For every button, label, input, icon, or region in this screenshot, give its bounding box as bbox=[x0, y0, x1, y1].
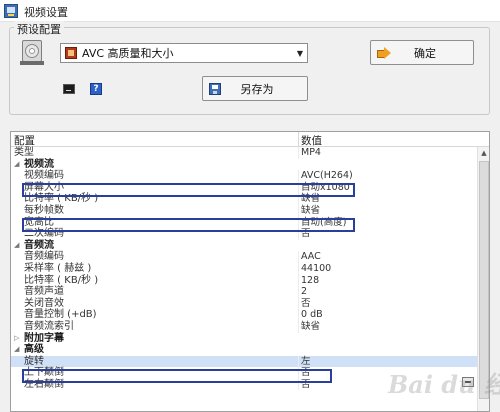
confirm-button[interactable]: 确定 bbox=[370, 40, 474, 65]
property-value: MP4 bbox=[301, 147, 321, 158]
property-row[interactable]: 每秒帧数 缺省 bbox=[11, 204, 477, 217]
section-row[interactable]: ◢ 高级 bbox=[11, 344, 477, 356]
property-value: 缺省 bbox=[301, 193, 321, 205]
app-icon bbox=[4, 4, 18, 18]
property-name: 上下颠倒 bbox=[24, 367, 64, 379]
command-line-icon[interactable] bbox=[63, 84, 75, 94]
section-name: 附加字幕 bbox=[24, 332, 64, 344]
property-name: 音频声道 bbox=[24, 286, 64, 298]
property-name: 采样率 ( 赫兹 ) bbox=[24, 262, 92, 274]
property-rows: 类型 MP4 ◢ 视频流 视频编码 AVC(H264) 屏幕大小 自动x1080 比特率… bbox=[11, 147, 477, 391]
device-disc-icon bbox=[20, 40, 44, 66]
property-name: 旋转 bbox=[24, 355, 44, 367]
section-row[interactable]: ◢ 视频流 bbox=[11, 159, 477, 171]
property-value: 44100 bbox=[301, 262, 332, 274]
property-value: 否 bbox=[301, 378, 311, 390]
property-row[interactable]: 音量控制 (+dB) 0 dB bbox=[11, 309, 477, 321]
collapse-icon[interactable]: ◢ bbox=[14, 344, 19, 356]
property-row[interactable]: 比特率 ( KB/秒 ) 128 bbox=[11, 274, 477, 287]
property-value: AAC bbox=[301, 251, 321, 263]
property-row[interactable]: 屏幕大小 自动x1080 bbox=[11, 181, 477, 194]
property-name: 音频编码 bbox=[24, 251, 64, 263]
header-name: 配置 bbox=[14, 135, 35, 147]
film-icon bbox=[65, 47, 77, 59]
property-row[interactable]: 视频编码 AVC(H264) bbox=[11, 170, 477, 182]
save-as-button[interactable]: 另存为 bbox=[202, 76, 308, 101]
property-value: 0 dB bbox=[301, 309, 323, 321]
property-value: 自动x1080 bbox=[301, 181, 350, 193]
property-value: 2 bbox=[301, 286, 308, 298]
header-value: 数值 bbox=[301, 135, 322, 147]
property-name: 二次编码 bbox=[24, 228, 64, 240]
window-title: 视频设置 bbox=[24, 6, 68, 19]
property-name: 比特率 ( KB/秒 ) bbox=[24, 193, 99, 205]
arrow-right-icon bbox=[377, 46, 391, 59]
property-value: 缺省 bbox=[301, 320, 321, 332]
confirm-label: 确定 bbox=[414, 46, 436, 60]
property-name: 音频流索引 bbox=[24, 320, 74, 332]
title-bar: 视频设置 bbox=[0, 0, 500, 22]
section-name: 音频流 bbox=[24, 239, 54, 251]
property-value: 自动(高度) bbox=[301, 216, 347, 228]
property-name: 音量控制 (+dB) bbox=[24, 309, 97, 321]
section-row[interactable]: ◢ 音频流 bbox=[11, 240, 477, 252]
property-row[interactable]: 采样率 ( 赫兹 ) 44100 bbox=[11, 262, 477, 275]
save-icon bbox=[209, 82, 221, 95]
property-row[interactable]: 类型 MP4 bbox=[11, 147, 477, 159]
property-value: 否 bbox=[301, 228, 311, 240]
property-row[interactable]: 二次编码 否 bbox=[11, 228, 477, 240]
property-row[interactable]: 音频声道 2 bbox=[11, 286, 477, 298]
save-as-label: 另存为 bbox=[240, 82, 274, 96]
section-name: 高级 bbox=[24, 344, 44, 356]
video-settings-window: 视频设置 预设配置 AVC 高质量和大小 ▼ 确定 ? 另存为 配置 数值 类型… bbox=[0, 0, 500, 412]
preset-selected-value: AVC 高质量和大小 bbox=[82, 47, 174, 60]
property-row[interactable]: 音频流索引 缺省 bbox=[11, 320, 477, 333]
property-name: 左右颠倒 bbox=[24, 378, 64, 390]
preset-dropdown[interactable]: AVC 高质量和大小 ▼ bbox=[60, 43, 308, 63]
property-row[interactable]: 音频编码 AAC bbox=[11, 251, 477, 263]
property-name: 类型 bbox=[14, 147, 34, 158]
grid-header: 配置 数值 bbox=[11, 132, 489, 147]
property-value: 缺省 bbox=[301, 204, 321, 216]
property-row[interactable]: 宽高比 自动(高度) bbox=[11, 216, 477, 229]
property-name: 每秒帧数 bbox=[24, 204, 64, 216]
property-value: AVC(H264) bbox=[301, 170, 353, 182]
section-row[interactable]: ▷ 附加字幕 bbox=[11, 333, 477, 345]
collapse-icon[interactable]: ◢ bbox=[14, 159, 19, 171]
collapse-icon[interactable]: ◢ bbox=[14, 240, 19, 252]
property-value: 否 bbox=[301, 297, 311, 309]
scroll-up-icon[interactable]: ▲ bbox=[478, 147, 489, 159]
property-name: 宽高比 bbox=[24, 216, 54, 228]
property-name: 屏幕大小 bbox=[24, 181, 64, 193]
scroll-thumb[interactable] bbox=[479, 161, 489, 399]
property-value: 否 bbox=[301, 367, 311, 379]
property-name: 比特率 ( KB/秒 ) bbox=[24, 274, 99, 286]
property-value: 左 bbox=[301, 355, 311, 367]
property-value: 128 bbox=[301, 274, 320, 286]
expand-icon[interactable]: ▷ bbox=[14, 333, 19, 345]
property-name: 关闭音效 bbox=[24, 297, 64, 309]
property-name: 视频编码 bbox=[24, 170, 64, 182]
help-icon[interactable]: ? bbox=[90, 83, 102, 95]
preset-legend: 预设配置 bbox=[14, 21, 64, 37]
chevron-down-icon[interactable]: ▼ bbox=[293, 49, 307, 58]
watermark: Bai du 经验 bbox=[388, 370, 500, 399]
property-row[interactable]: 比特率 ( KB/秒 ) 缺省 bbox=[11, 193, 477, 205]
property-row[interactable]: 关闭音效 否 bbox=[11, 297, 477, 310]
section-name: 视频流 bbox=[24, 158, 54, 170]
